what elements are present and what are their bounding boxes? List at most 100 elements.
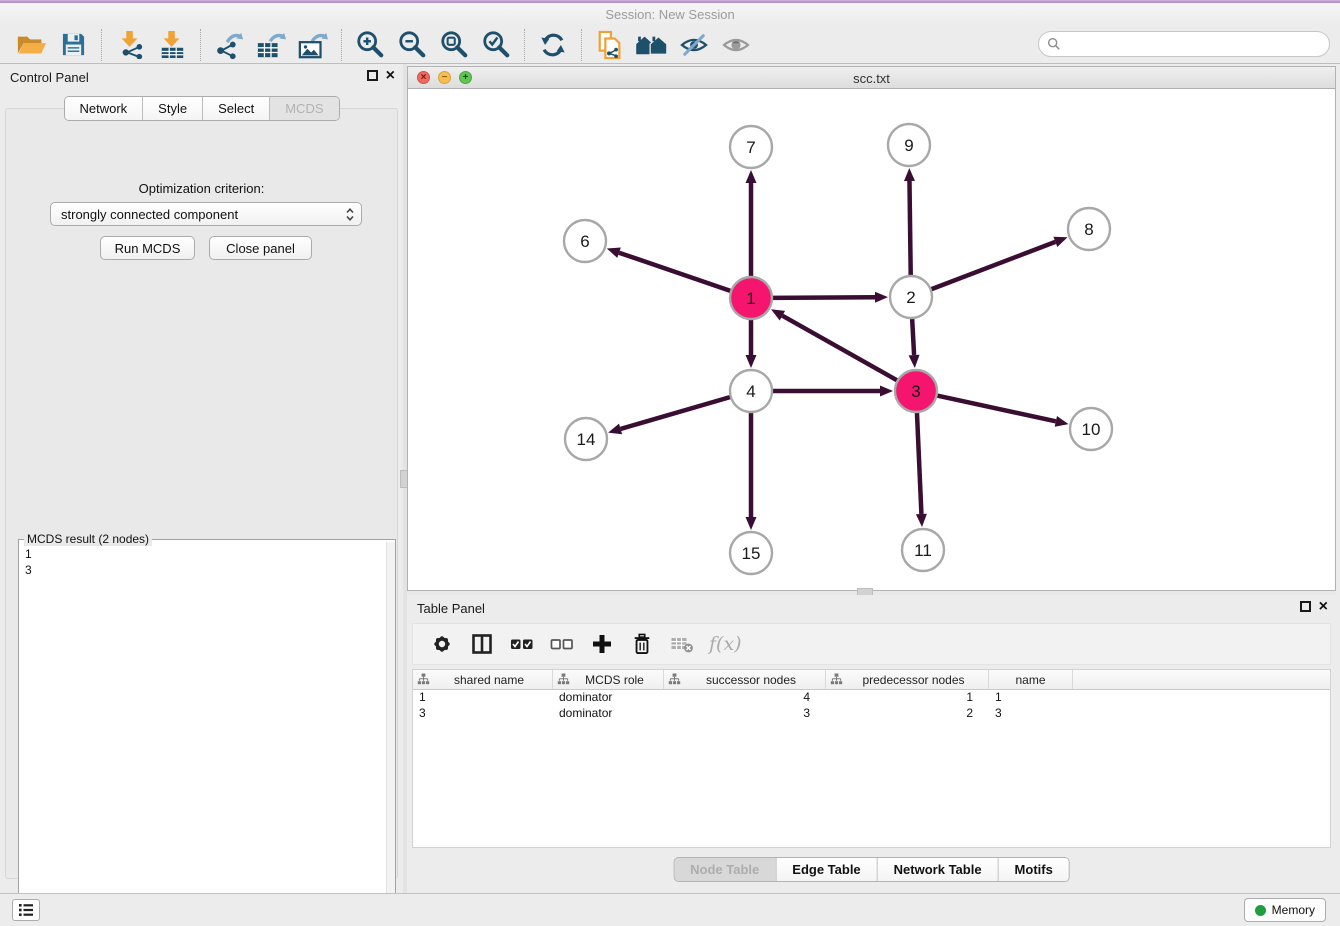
- table-cell: dominator: [553, 690, 664, 706]
- add-column-icon[interactable]: [589, 631, 615, 657]
- tab-network[interactable]: Network: [64, 97, 142, 120]
- zoom-in-icon[interactable]: [349, 28, 391, 62]
- import-network-icon[interactable]: [109, 28, 151, 62]
- open-file-icon[interactable]: [10, 28, 52, 62]
- graph-node-4[interactable]: 4: [730, 370, 772, 412]
- zoom-selected-icon[interactable]: [475, 28, 517, 62]
- zoom-out-icon[interactable]: [391, 28, 433, 62]
- close-panel-button[interactable]: Close panel: [209, 236, 312, 260]
- search-input[interactable]: [1066, 36, 1329, 53]
- table-cell: dominator: [553, 706, 664, 722]
- tab-network-table[interactable]: Network Table: [877, 858, 998, 881]
- optimization-criterion-dropdown[interactable]: strongly connected component: [50, 202, 362, 226]
- graph-edge-3-1[interactable]: [782, 316, 897, 381]
- table-cell: 3: [664, 706, 826, 722]
- zoom-fit-icon[interactable]: [433, 28, 475, 62]
- graph-edge-2-9[interactable]: [909, 181, 910, 276]
- delete-column-icon[interactable]: [629, 631, 655, 657]
- graph-edge-arrowhead: [875, 292, 888, 303]
- mcds-result-item: 3: [25, 562, 380, 578]
- graph-node-label: 11: [914, 541, 932, 560]
- graph-edge-arrowhead: [916, 514, 927, 527]
- column-header-label: successor nodes: [681, 673, 821, 687]
- tab-motifs[interactable]: Motifs: [998, 858, 1069, 881]
- column-header-MCDS-role[interactable]: MCDS role: [553, 670, 664, 689]
- graph-node-11[interactable]: 11: [902, 529, 944, 571]
- node-table: shared nameMCDS role successor nodes prede…: [412, 669, 1331, 848]
- close-panel-icon[interactable]: ×: [386, 70, 395, 81]
- select-all-checkboxes-icon[interactable]: [509, 631, 535, 657]
- toolbar-separator: [341, 29, 342, 61]
- table-row[interactable]: 3dominator323: [413, 706, 1330, 722]
- network-canvas-svg[interactable]: 1 2 3 4 6 7 8 9 10 11 14 15: [408, 89, 1335, 590]
- graph-edge-1-2[interactable]: [772, 297, 875, 298]
- graph-node-9[interactable]: 9: [888, 124, 930, 166]
- column-header-successor-nodes[interactable]: successor nodes: [664, 670, 826, 689]
- mcds-result-item: 1: [25, 546, 380, 562]
- export-table-icon[interactable]: [250, 28, 292, 62]
- graph-edge-3-11[interactable]: [917, 412, 921, 514]
- table-settings-gear-icon[interactable]: [429, 631, 455, 657]
- first-neighbors-icon[interactable]: [631, 28, 673, 62]
- graph-node-2[interactable]: 2: [890, 276, 932, 318]
- graph-edge-arrowhead: [880, 386, 893, 397]
- graph-node-3[interactable]: 3: [895, 370, 937, 412]
- column-header-name[interactable]: name: [989, 670, 1073, 689]
- table-panel: Table Panel ×: [407, 595, 1336, 890]
- graph-node-7[interactable]: 7: [730, 126, 772, 168]
- status-bar: Memory: [0, 893, 1340, 926]
- hide-selected-icon[interactable]: [673, 28, 715, 62]
- float-table-panel-icon[interactable]: [1300, 601, 1311, 612]
- graph-node-14[interactable]: 14: [565, 418, 607, 460]
- tab-edge-table[interactable]: Edge Table: [775, 858, 876, 881]
- network-window-title: scc.txt: [408, 71, 1335, 86]
- graph-node-6[interactable]: 6: [564, 220, 606, 262]
- mcds-result-scrollbar[interactable]: [386, 542, 395, 920]
- network-window-titlebar[interactable]: × − + scc.txt: [408, 67, 1335, 89]
- graph-node-label: 8: [1084, 220, 1093, 239]
- memory-button[interactable]: Memory: [1244, 898, 1326, 922]
- graph-node-1[interactable]: 1: [730, 277, 772, 319]
- deselect-all-checkboxes-icon[interactable]: [549, 631, 575, 657]
- show-columns-icon[interactable]: [469, 631, 495, 657]
- task-history-button[interactable]: [12, 899, 40, 921]
- tab-mcds[interactable]: MCDS: [269, 97, 338, 120]
- table-row[interactable]: 1dominator411: [413, 690, 1330, 706]
- tab-style[interactable]: Style: [142, 97, 202, 120]
- table-body: 1dominator4113dominator323: [413, 690, 1330, 722]
- optimization-criterion-label: Optimization criterion:: [6, 181, 397, 196]
- graph-edge-arrowhead: [909, 355, 920, 368]
- close-table-panel-icon[interactable]: ×: [1319, 601, 1328, 612]
- graph-edge-2-3[interactable]: [912, 318, 914, 355]
- float-panel-icon[interactable]: [367, 70, 378, 81]
- graph-edge-1-6[interactable]: [619, 253, 731, 291]
- refresh-layout-icon[interactable]: [532, 28, 574, 62]
- graph-node-15[interactable]: 15: [730, 532, 772, 574]
- graph-node-8[interactable]: 8: [1068, 208, 1110, 250]
- export-image-icon[interactable]: [292, 28, 334, 62]
- mcds-result-list: 1 3: [19, 542, 386, 920]
- save-session-icon[interactable]: [52, 28, 94, 62]
- graph-edge-arrowhead: [1053, 237, 1067, 247]
- graph-edge-4-14[interactable]: [621, 397, 731, 429]
- search-box[interactable]: [1038, 31, 1330, 57]
- search-icon: [1047, 37, 1061, 51]
- export-network-icon[interactable]: [208, 28, 250, 62]
- network-view-window: × − + scc.txt 1 2 3 4 6 7 8 9 10 11 14 15: [407, 66, 1336, 591]
- column-header-shared-name[interactable]: shared name: [413, 670, 553, 689]
- graph-edge-2-8[interactable]: [931, 242, 1056, 290]
- graph-edge-3-10[interactable]: [937, 395, 1056, 421]
- column-header-predecessor-nodes[interactable]: predecessor nodes: [826, 670, 989, 689]
- function-builder-icon[interactable]: f(x): [709, 631, 742, 657]
- new-network-from-selection-icon[interactable]: [589, 28, 631, 62]
- show-all-icon[interactable]: [715, 28, 757, 62]
- memory-status-icon: [1255, 905, 1266, 916]
- tab-node-table[interactable]: Node Table: [674, 858, 775, 881]
- toolbar-separator: [101, 29, 102, 61]
- run-mcds-button[interactable]: Run MCDS: [100, 236, 195, 260]
- control-panel: Control Panel × Network Style Select MCD…: [0, 64, 403, 893]
- import-table-icon[interactable]: [151, 28, 193, 62]
- tab-select[interactable]: Select: [202, 97, 269, 120]
- delete-table-icon[interactable]: [669, 631, 695, 657]
- graph-node-10[interactable]: 10: [1070, 408, 1112, 450]
